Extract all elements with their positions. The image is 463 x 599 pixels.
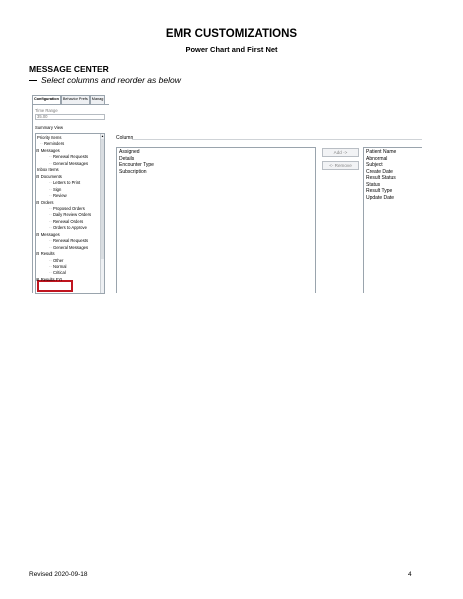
tree-item[interactable]: ⊞ Results FYI: [36, 277, 62, 282]
tab-behavior-prefs[interactable]: Behavior Prefs: [60, 95, 90, 104]
page-number: 4: [408, 571, 412, 578]
tree-item[interactable]: ⊟ Results: [36, 251, 55, 256]
tree-item[interactable]: ·· Renewal Orders: [49, 219, 83, 224]
document-title: EMR CUSTOMIZATIONS: [165, 28, 298, 40]
tree-item[interactable]: ⊟ Messages: [36, 232, 60, 237]
tree-item-label: General Messages: [52, 244, 89, 250]
tree-item[interactable]: ·· Daily Review Orders: [49, 212, 91, 217]
tree-item-label: Results FYI: [40, 276, 63, 282]
time-range-input[interactable]: 35.00: [35, 114, 105, 120]
section-heading: MESSAGE CENTER: [29, 64, 109, 74]
summary-view-tree[interactable]: ▲ Priority Items ·· Reminders ⊟ Messages ··…: [35, 133, 105, 294]
scroll-thumb[interactable]: [101, 139, 104, 259]
tree-item-label: Renewal Orders: [52, 218, 84, 224]
tree-item[interactable]: Priority Items: [37, 135, 61, 140]
available-columns-list[interactable]: Assigned Details Encounter Type Subscriptio…: [116, 147, 316, 293]
section-instruction: Select columns and reorder as below: [29, 75, 181, 85]
tree-item-label: Orders: [40, 199, 54, 205]
tree-item-label: Review: [52, 193, 67, 199]
configuration-panel: Time Range 35.00 Summary View ▲ Priority…: [32, 104, 109, 294]
tree-item-label: Priority Items: [37, 135, 62, 140]
tree-item[interactable]: ·· Review: [49, 193, 67, 198]
tree-item-label: Letters to Print: [52, 180, 81, 186]
tree-item-label: Critical: [52, 270, 66, 276]
tab-manage[interactable]: Manag: [89, 95, 106, 104]
column-option[interactable]: Update Date: [366, 195, 420, 202]
column-group-divider: [132, 139, 422, 140]
tree-item[interactable]: ·· Orders to Approve: [49, 225, 87, 230]
tree-item-label: Sign: [52, 186, 62, 192]
settings-screenshot: Configuration Behavior Prefs Manag Time …: [32, 95, 422, 294]
tree-item[interactable]: ·· Sign: [49, 187, 61, 192]
tree-item[interactable]: ·· General Messages: [49, 245, 88, 250]
time-range-label: Time Range: [35, 108, 58, 113]
tree-item[interactable]: ·· Renewal Requests: [49, 238, 88, 243]
tree-item-label: Other: [52, 257, 64, 263]
tree-item[interactable]: ·· Renewal Requests: [49, 154, 88, 159]
tree-item[interactable]: ·· Normal: [49, 264, 66, 269]
summary-view-label: Summary View: [35, 125, 64, 130]
tree-item-label: Daily Review Orders: [52, 212, 92, 218]
tree-item-label: General Messages: [52, 160, 89, 166]
tree-item-label: Messages: [40, 231, 60, 237]
tree-item-label: Proposed Orders: [52, 205, 85, 211]
tree-item-label: Renewal Requests: [52, 154, 89, 160]
add-button[interactable]: Add ->: [322, 148, 359, 157]
tree-item-label: Messages: [40, 147, 60, 153]
tree-item-label: Orders to Approve: [52, 225, 87, 231]
tree-item[interactable]: ⊟ Messages: [36, 148, 60, 153]
tree-item[interactable]: Inbox Items: [37, 167, 59, 172]
tree-item-label: Documents: [40, 173, 62, 179]
tree-item[interactable]: ·· General Messages: [49, 161, 88, 166]
scroll-up-icon[interactable]: ▲: [101, 134, 104, 138]
tree-item-label: Renewal Requests: [52, 238, 89, 244]
document-subtitle: Power Chart and First Net: [185, 45, 278, 54]
tree-item[interactable]: ⊟ Documents: [36, 174, 62, 179]
tree-item[interactable]: ·· Critical: [49, 270, 66, 275]
tree-item-label: Reminders: [43, 141, 65, 147]
tree-item[interactable]: ·· Letters to Print: [49, 180, 80, 185]
tree-item-label: Inbox Items: [37, 167, 59, 173]
tree-item[interactable]: ·· Proposed Orders: [49, 206, 85, 211]
tree-item[interactable]: ·· Other: [49, 258, 63, 263]
selected-columns-list[interactable]: Patient Name Abnormal Subject Create Date Re…: [363, 147, 422, 293]
footer-revised: Revised 2020-09-18: [29, 571, 88, 578]
instruction-text: Select columns and reorder as below: [41, 75, 181, 85]
tree-item[interactable]: ⊟ Orders: [36, 200, 54, 205]
dash-icon: [29, 80, 37, 82]
column-group-label: Column: [116, 135, 134, 141]
tree-scrollbar[interactable]: ▲: [100, 134, 104, 293]
tree-item-label: Normal: [52, 264, 67, 269]
tree-item-label: Results: [40, 251, 55, 257]
remove-button[interactable]: <- Remove: [322, 161, 359, 170]
tree-item[interactable]: ·· Reminders: [40, 141, 64, 146]
column-option[interactable]: Subscription: [119, 169, 313, 176]
